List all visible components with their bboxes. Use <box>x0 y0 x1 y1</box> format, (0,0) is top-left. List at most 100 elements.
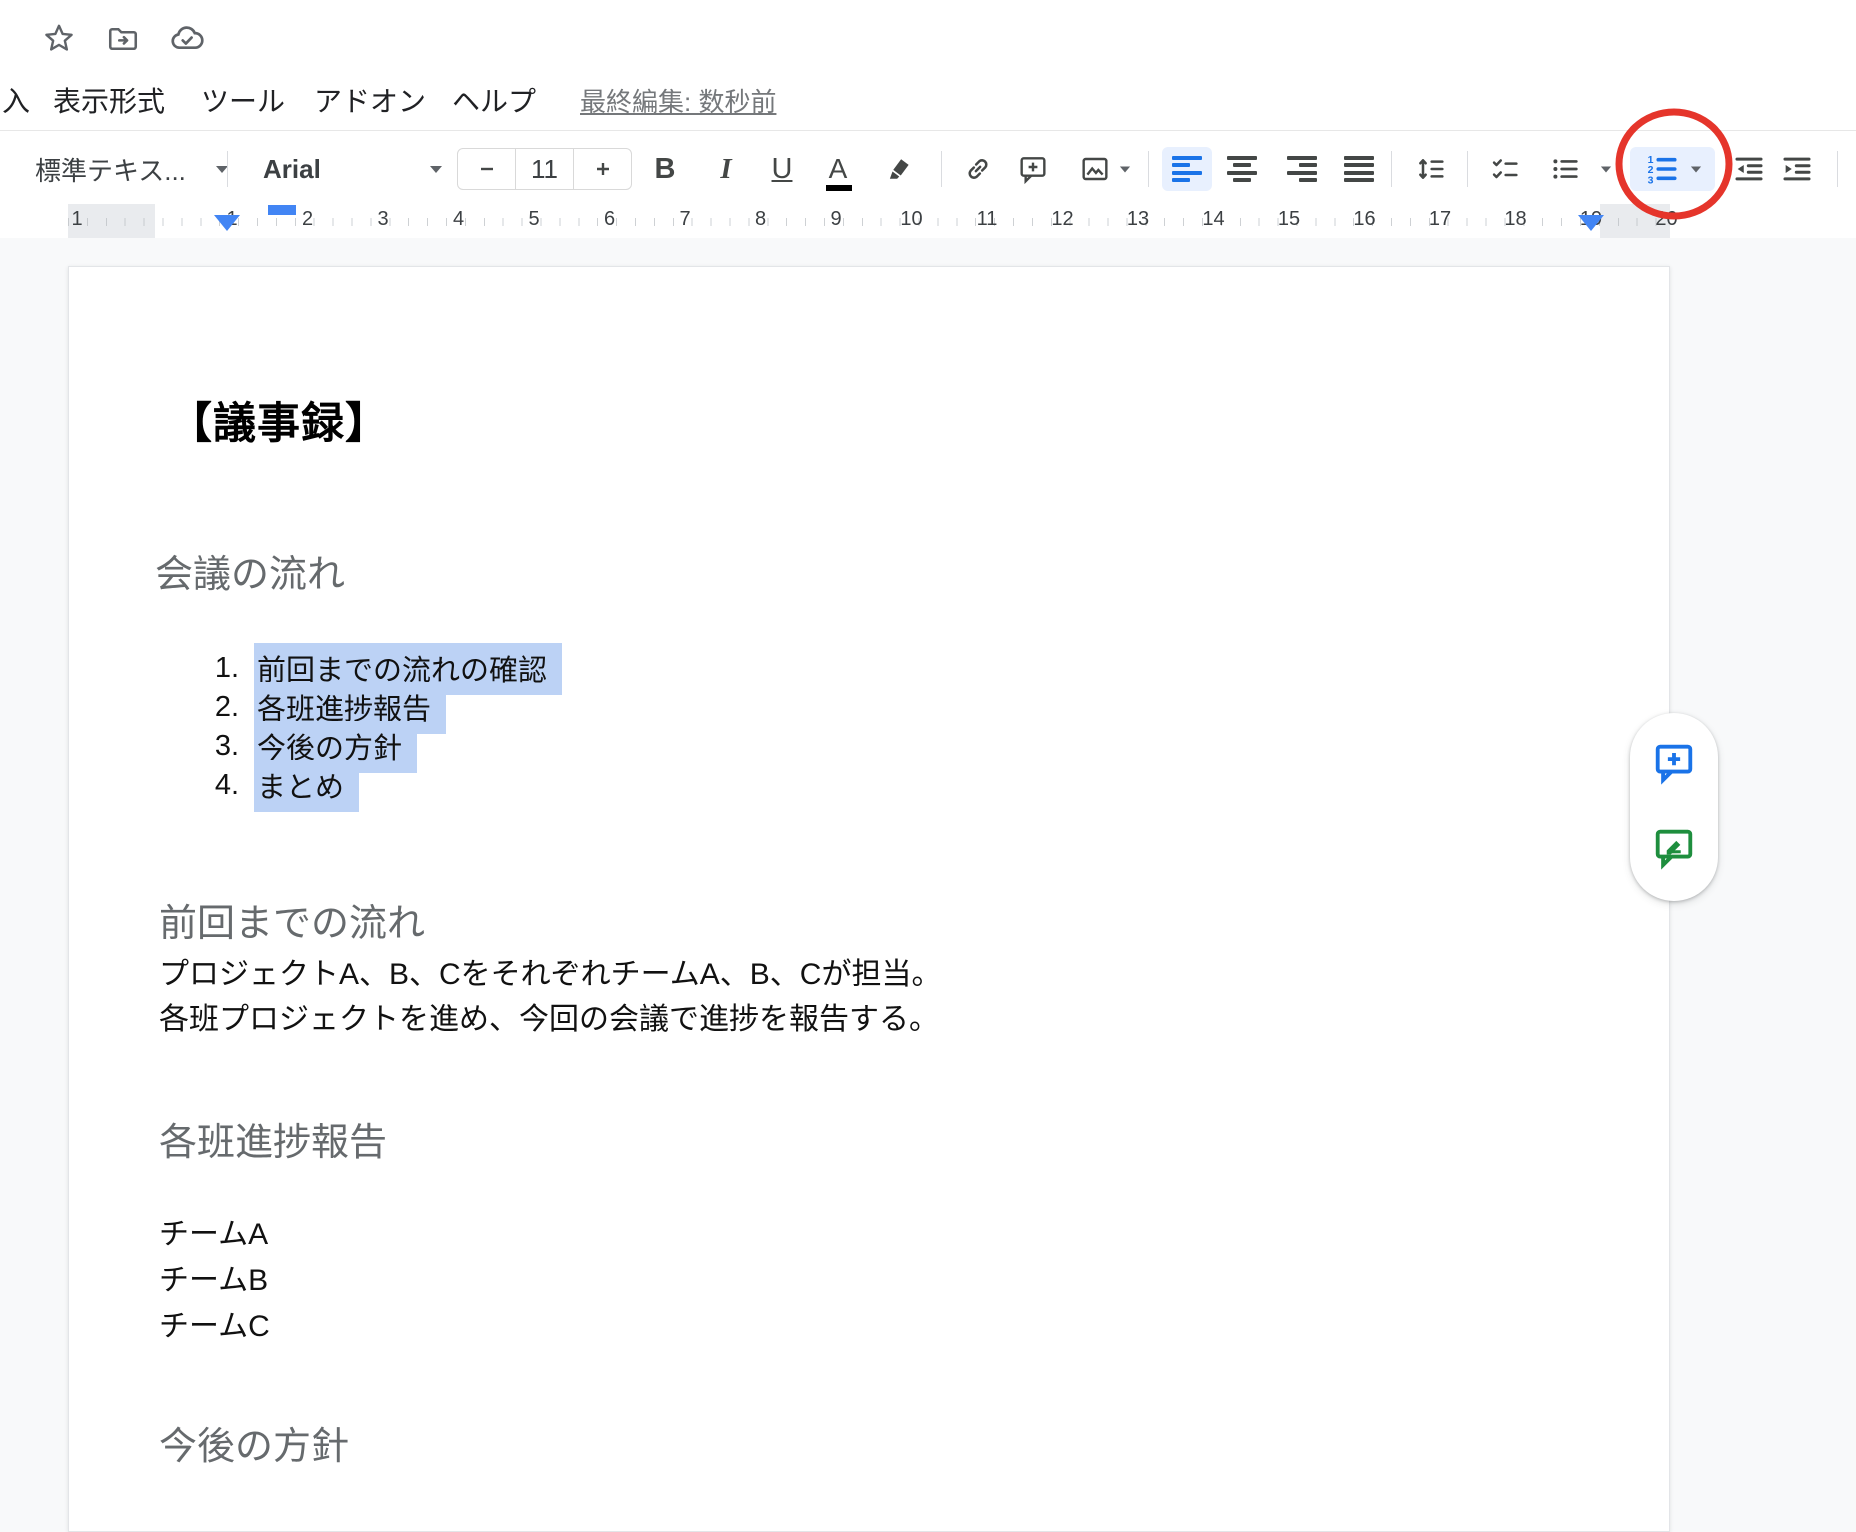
list-marker: 2. <box>189 691 239 724</box>
ruler-number: 9 <box>830 208 841 231</box>
suggest-edit-icon <box>1651 824 1697 870</box>
add-comment-floating-button[interactable] <box>1651 739 1697 790</box>
indent-increase-button[interactable] <box>1775 147 1819 191</box>
font-size-increase-button[interactable] <box>573 149 631 189</box>
line-spacing-button[interactable] <box>1409 147 1453 191</box>
ruler-number: 20 <box>1655 208 1677 231</box>
toolbar-divider <box>227 151 228 187</box>
top-chrome: 入 表示形式 ツール アドオン ヘルプ 最終編集: 数秒前 <box>0 0 1856 130</box>
toolbar-divider <box>1391 151 1392 187</box>
checklist-icon <box>1489 153 1521 185</box>
doc-title[interactable]: 【議事録】 <box>169 389 389 451</box>
last-edit-link[interactable]: 最終編集: 数秒前 <box>580 82 776 119</box>
bulleted-list-icon <box>1549 153 1581 185</box>
menu-item-addons[interactable]: アドオン <box>314 80 426 120</box>
left-indent-marker[interactable] <box>214 215 240 231</box>
ruler-number: 3 <box>377 208 388 231</box>
list-item[interactable]: 2. 各班進捗報告 <box>69 688 769 727</box>
bulleted-list-button[interactable] <box>1543 147 1587 191</box>
align-justify-icon <box>1344 156 1374 182</box>
ruler-number: 16 <box>1353 208 1375 231</box>
first-line-indent-marker[interactable] <box>268 205 296 215</box>
document-status-saved-icon[interactable] <box>168 20 206 58</box>
list-marker: 3. <box>189 730 239 763</box>
ruler-number: 18 <box>1504 208 1526 231</box>
align-right-button[interactable] <box>1280 147 1324 191</box>
chevron-down-icon <box>430 166 442 173</box>
menu-item-help[interactable]: ヘルプ <box>452 80 536 120</box>
align-justify-button[interactable] <box>1337 147 1381 191</box>
insert-image-button[interactable] <box>1066 147 1144 191</box>
right-indent-marker[interactable] <box>1578 215 1604 231</box>
text-color-icon: A <box>829 155 848 183</box>
add-comment-button[interactable] <box>1011 147 1055 191</box>
toolbar-divider <box>1148 151 1149 187</box>
team-line[interactable]: チームC <box>159 1301 270 1345</box>
font-family-dropdown[interactable]: Arial <box>248 147 448 191</box>
align-center-icon <box>1227 156 1257 182</box>
chevron-down-icon <box>1601 166 1611 172</box>
ruler-number: 12 <box>1051 208 1073 231</box>
ruler-number: 4 <box>453 208 464 231</box>
ruler-number: 10 <box>900 208 922 231</box>
ruler-number: 2 <box>302 208 313 231</box>
move-to-folder-icon[interactable] <box>104 20 142 58</box>
indent-decrease-button[interactable] <box>1727 147 1771 191</box>
menu-item-insert-partial[interactable]: 入 <box>2 80 30 120</box>
line-spacing-icon <box>1415 153 1447 185</box>
link-icon <box>962 153 994 185</box>
ruler-number: 6 <box>604 208 615 231</box>
heading-future-policy[interactable]: 今後の方針 <box>159 1415 349 1470</box>
toolbar-divider <box>941 151 942 187</box>
selected-text[interactable]: まとめ <box>254 760 359 812</box>
body-line[interactable]: プロジェクトA、B、CをそれぞれチームA、B、Cが担当。 <box>159 949 941 993</box>
ruler-number: 11 <box>977 208 998 231</box>
team-line[interactable]: チームA <box>159 1209 268 1253</box>
font-size-value[interactable]: 11 <box>515 149 573 189</box>
heading-previous-flow[interactable]: 前回までの流れ <box>159 892 425 947</box>
font-size-decrease-button[interactable] <box>458 149 515 189</box>
google-docs-window: { "chrome": { "icons": { "star": "star-i… <box>0 0 1856 1532</box>
suggest-edits-floating-button[interactable] <box>1651 824 1697 875</box>
text-color-button[interactable]: A <box>816 147 860 191</box>
floating-action-pill <box>1630 713 1718 901</box>
menu-item-format[interactable]: 表示形式 <box>53 80 165 120</box>
numbered-list-icon: 1 2 3 <box>1644 151 1680 187</box>
align-center-button[interactable] <box>1220 147 1264 191</box>
body-line[interactable]: 各班プロジェクトを進め、今回の会議で進捗を報告する。 <box>159 994 939 1038</box>
menu-item-tools[interactable]: ツール <box>201 80 285 120</box>
team-line[interactable]: チームB <box>159 1255 268 1299</box>
insert-link-button[interactable] <box>956 147 1000 191</box>
align-left-button[interactable] <box>1162 147 1212 191</box>
checklist-button[interactable] <box>1483 147 1527 191</box>
ruler-number: 8 <box>755 208 766 231</box>
paragraph-style-value: 標準テキス... <box>35 151 186 188</box>
highlight-color-button[interactable] <box>878 147 922 191</box>
menubar: 入 表示形式 ツール アドオン ヘルプ 最終編集: 数秒前 <box>0 74 1200 120</box>
ruler[interactable]: 1 1234567891011121314151617181920 <box>68 204 1670 238</box>
list-item[interactable]: 3. 今後の方針 <box>69 727 769 766</box>
list-marker: 4. <box>189 769 239 802</box>
heading-meeting-flow[interactable]: 会議の流れ <box>155 543 345 598</box>
ruler-number: 13 <box>1127 208 1149 231</box>
ruler-number: 7 <box>679 208 690 231</box>
indent-increase-icon <box>1780 152 1814 186</box>
underline-button[interactable]: U <box>760 147 804 191</box>
chevron-down-icon <box>1120 166 1130 172</box>
italic-button[interactable]: I <box>704 147 748 191</box>
bulleted-list-dropdown[interactable] <box>1591 147 1621 191</box>
bold-button[interactable]: B <box>643 147 687 191</box>
heading-team-progress[interactable]: 各班進捗報告 <box>159 1111 387 1166</box>
document-page[interactable]: 【議事録】 会議の流れ 1. 前回までの流れの確認 2. 各班進捗報告 3. 今… <box>68 266 1670 1532</box>
toolbar-divider <box>1837 151 1838 187</box>
paragraph-style-dropdown[interactable]: 標準テキス... <box>20 147 230 191</box>
agenda-numbered-list[interactable]: 1. 前回までの流れの確認 2. 各班進捗報告 3. 今後の方針 4. まとめ <box>69 649 769 805</box>
numbered-list-button[interactable]: 1 2 3 <box>1630 147 1715 191</box>
list-item[interactable]: 4. まとめ <box>69 766 769 805</box>
chevron-down-icon <box>1690 166 1700 172</box>
font-family-value: Arial <box>263 154 321 185</box>
highlighter-icon <box>885 154 915 184</box>
align-right-icon <box>1287 156 1317 182</box>
svg-text:3: 3 <box>1647 174 1653 186</box>
star-icon[interactable] <box>40 20 78 58</box>
